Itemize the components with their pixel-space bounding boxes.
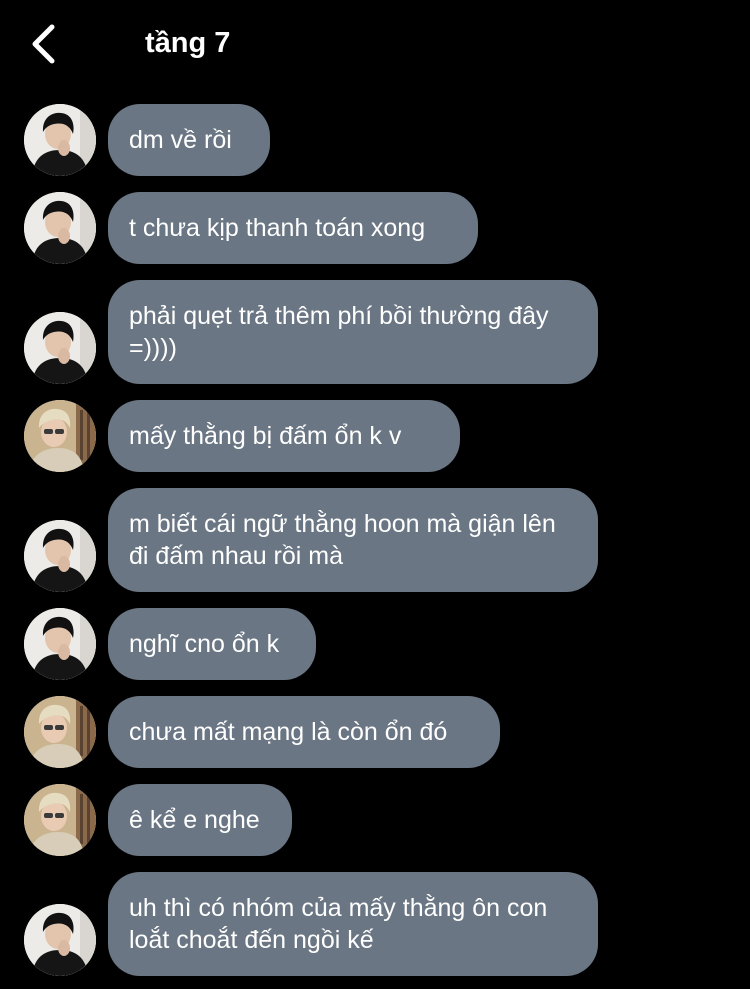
message-text: uh thì có nhóm của mấy thằng ôn con loắt… (129, 894, 548, 954)
message-bubble[interactable]: dm về rồi (108, 104, 270, 176)
avatar-blond-hair-icon (24, 400, 96, 472)
message-bubble[interactable]: nghĩ cno ổn k (108, 608, 316, 680)
avatar-dark-hair-icon (24, 192, 96, 264)
avatar[interactable] (24, 192, 96, 264)
avatar[interactable] (24, 696, 96, 768)
message-text: chưa mất mạng là còn ổn đó (129, 718, 448, 746)
avatar[interactable] (24, 608, 96, 680)
message-text: mấy thằng bị đấm ổn k v (129, 422, 402, 450)
avatar[interactable] (24, 520, 96, 592)
message-bubble[interactable]: m biết cái ngữ thằng hoon mà giận lên đi… (108, 488, 598, 592)
message-bubble[interactable]: ê kể e nghe (108, 784, 292, 856)
avatar[interactable] (24, 312, 96, 384)
message-bubble[interactable]: t chưa kịp thanh toán xong (108, 192, 478, 264)
message-text: phải quẹt trả thêm phí bồi thường đây =)… (129, 302, 549, 362)
message-bubble[interactable]: phải quẹt trả thêm phí bồi thường đây =)… (108, 280, 598, 384)
avatar-blond-hair-icon (24, 784, 96, 856)
chevron-left-icon (32, 24, 55, 64)
avatar[interactable] (24, 400, 96, 472)
avatar-blond-hair-icon (24, 696, 96, 768)
chat-header: tầng 7 (0, 0, 750, 88)
message-text: nghĩ cno ổn k (129, 630, 280, 658)
message-text: dm về rồi (129, 126, 232, 154)
avatar-dark-hair-icon (24, 104, 96, 176)
avatar-dark-hair-icon (24, 904, 96, 976)
message-text: m biết cái ngữ thằng hoon mà giận lên đi… (129, 510, 556, 570)
message-bubble[interactable]: uh thì có nhóm của mấy thằng ôn con loắt… (108, 872, 598, 976)
message-text: t chưa kịp thanh toán xong (129, 214, 426, 242)
avatar[interactable] (24, 104, 96, 176)
back-button[interactable] (28, 22, 62, 66)
avatar[interactable] (24, 784, 96, 856)
avatar-dark-hair-icon (24, 520, 96, 592)
message-text: ê kể e nghe (129, 806, 260, 834)
message-bubble[interactable]: chưa mất mạng là còn ổn đó (108, 696, 500, 768)
avatar-dark-hair-icon (24, 312, 96, 384)
avatar[interactable] (24, 904, 96, 976)
message-bubble[interactable]: mấy thằng bị đấm ổn k v (108, 400, 460, 472)
avatar-dark-hair-icon (24, 608, 96, 680)
chat-title: tầng 7 (145, 27, 231, 59)
